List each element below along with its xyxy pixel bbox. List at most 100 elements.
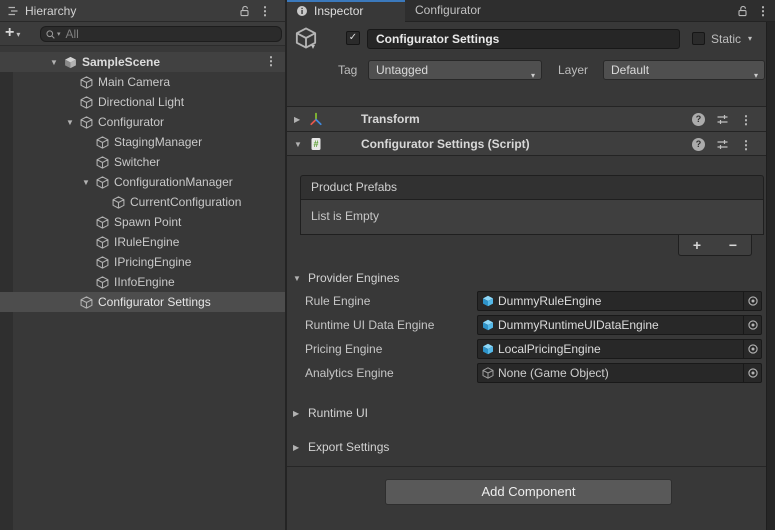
tab-hierarchy[interactable]: Hierarchy [25, 4, 76, 18]
section-divider [287, 466, 766, 467]
panel-menu-icon[interactable]: ⋮ [757, 5, 769, 17]
hierarchy-item-ipricingengine[interactable]: IPricingEngine [0, 252, 285, 272]
info-icon [296, 5, 308, 17]
gameobject-icon [80, 116, 93, 129]
chevron-down-icon[interactable]: ▾ [311, 42, 315, 51]
pricing-engine-label: Pricing Engine [305, 339, 382, 359]
presets-icon[interactable] [716, 138, 729, 151]
script-icon [309, 137, 323, 151]
product-prefabs-list-header[interactable]: Product Prefabs [300, 175, 764, 200]
component-header-configurator-settings-script[interactable]: ▼ Configurator Settings (Script) ? ⋮ [287, 131, 766, 156]
analytics-engine-object-field[interactable]: None (Game Object) [477, 363, 762, 383]
product-prefabs-empty-row: List is Empty [300, 200, 764, 235]
search-icon [45, 29, 56, 40]
chevron-down-icon: ▾ [754, 67, 758, 85]
tab-inspector[interactable]: Inspector [287, 0, 405, 22]
gameobject-icon [96, 136, 109, 149]
runtime-ui-data-engine-label: Runtime UI Data Engine [305, 315, 434, 335]
gameobject-icon [112, 196, 125, 209]
hierarchy-item-currentconfiguration[interactable]: CurrentConfiguration [0, 192, 285, 212]
foldout-arrow: ▶ [293, 443, 299, 452]
list-add-button[interactable]: + [693, 238, 701, 252]
hierarchy-item-configurationmanager[interactable]: ▼ ConfigurationManager [0, 172, 285, 192]
component-menu-icon[interactable]: ⋮ [740, 139, 752, 151]
foldout-arrow: ▼ [293, 274, 301, 283]
object-picker-button[interactable] [743, 292, 761, 310]
lock-icon[interactable] [736, 5, 748, 17]
hierarchy-item-main-camera[interactable]: Main Camera [0, 72, 285, 92]
hierarchy-item-samplescene[interactable]: ▼ SampleScene ⋮ [0, 52, 285, 72]
add-component-button[interactable]: Add Component [385, 479, 672, 505]
rule-engine-object-field[interactable]: DummyRuleEngine [477, 291, 762, 311]
inspector-panel: Inspector Configurator ⋮ ▾ ✓ Configurato… [287, 0, 775, 530]
hierarchy-tab-bar: Hierarchy ⋮ [0, 0, 285, 22]
hierarchy-item-iruleengine[interactable]: IRuleEngine [0, 232, 285, 252]
active-checkbox[interactable]: ✓ [346, 31, 360, 45]
hierarchy-item-configurator[interactable]: ▼ Configurator [0, 112, 285, 132]
gameobject-ref-icon [482, 319, 494, 331]
gameobject-icon [96, 276, 109, 289]
chevron-down-icon: ▾ [531, 67, 535, 85]
gameobject-name-input[interactable]: Configurator Settings [367, 29, 680, 49]
hierarchy-panel: Hierarchy ⋮ + ▾ ▾ All ▼ SampleScene [0, 0, 285, 530]
tab-configurator[interactable]: Configurator [415, 0, 481, 22]
chevron-down-icon: ▾ [16, 28, 20, 42]
hierarchy-tree: ▼ SampleScene ⋮ Main Camera Directional … [0, 52, 285, 530]
list-remove-button[interactable]: − [729, 238, 737, 252]
object-picker-button[interactable] [743, 364, 761, 382]
gameobject-icon [80, 96, 93, 109]
gameobject-icon [96, 156, 109, 169]
object-picker-button[interactable] [743, 316, 761, 334]
hierarchy-item-iinfoengine[interactable]: IInfoEngine [0, 272, 285, 292]
gameobject-icon [96, 256, 109, 269]
product-prefabs-list-footer: + − [678, 235, 752, 256]
panel-menu-icon[interactable]: ⋮ [259, 5, 271, 17]
runtime-ui-data-engine-object-field[interactable]: DummyRuntimeUIDataEngine [477, 315, 762, 335]
hierarchy-item-directional-light[interactable]: Directional Light [0, 92, 285, 112]
gameobject-icon [96, 176, 109, 189]
scene-menu-icon[interactable]: ⋮ [265, 55, 277, 67]
inspector-tab-bar: Inspector Configurator ⋮ [287, 0, 775, 22]
help-icon[interactable]: ? [692, 138, 705, 151]
search-placeholder: All [66, 27, 79, 41]
foldout-arrow[interactable]: ▶ [294, 115, 300, 124]
presets-icon[interactable] [716, 113, 729, 126]
transform-icon [309, 112, 323, 126]
foldout-arrow[interactable]: ▼ [82, 178, 96, 187]
layer-dropdown[interactable]: Default ▾ [603, 60, 765, 80]
component-menu-icon[interactable]: ⋮ [740, 114, 752, 126]
search-filter-chevron-icon[interactable]: ▾ [57, 30, 61, 38]
tag-label: Tag [338, 60, 357, 80]
add-gameobject-button[interactable]: + ▾ [5, 24, 20, 42]
foldout-arrow[interactable]: ▼ [294, 140, 302, 149]
plus-icon: + [5, 24, 14, 42]
foldout-arrow[interactable]: ▼ [66, 118, 80, 127]
gameobject-icon [96, 216, 109, 229]
pricing-engine-object-field[interactable]: LocalPricingEngine [477, 339, 762, 359]
gameobject-icon [80, 76, 93, 89]
tag-dropdown[interactable]: Untagged ▾ [368, 60, 542, 80]
gameobject-ref-icon [482, 295, 494, 307]
hierarchy-item-switcher[interactable]: Switcher [0, 152, 285, 172]
inspector-scrollbar[interactable] [766, 22, 775, 530]
foldout-arrow: ▶ [293, 409, 299, 418]
hierarchy-item-configurator-settings[interactable]: Configurator Settings [0, 292, 285, 312]
rule-engine-label: Rule Engine [305, 291, 370, 311]
static-dropdown-icon[interactable]: ▾ [748, 34, 752, 43]
gameobject-ref-icon [482, 343, 494, 355]
static-checkbox[interactable] [692, 32, 705, 45]
component-header-transform[interactable]: ▶ Transform ? ⋮ [287, 106, 766, 131]
gameobject-icon [96, 236, 109, 249]
hierarchy-item-stagingmanager[interactable]: StagingManager [0, 132, 285, 152]
hierarchy-toolbar: + ▾ ▾ All [0, 22, 285, 46]
hierarchy-icon [7, 5, 19, 17]
lock-icon[interactable] [238, 5, 250, 17]
layer-label: Layer [558, 60, 588, 80]
help-icon[interactable]: ? [692, 113, 705, 126]
hierarchy-item-spawn-point[interactable]: Spawn Point [0, 212, 285, 232]
scene-icon [64, 56, 77, 69]
analytics-engine-label: Analytics Engine [305, 363, 394, 383]
hierarchy-search-input[interactable]: ▾ All [40, 26, 282, 42]
foldout-arrow[interactable]: ▼ [50, 58, 64, 67]
object-picker-button[interactable] [743, 340, 761, 358]
